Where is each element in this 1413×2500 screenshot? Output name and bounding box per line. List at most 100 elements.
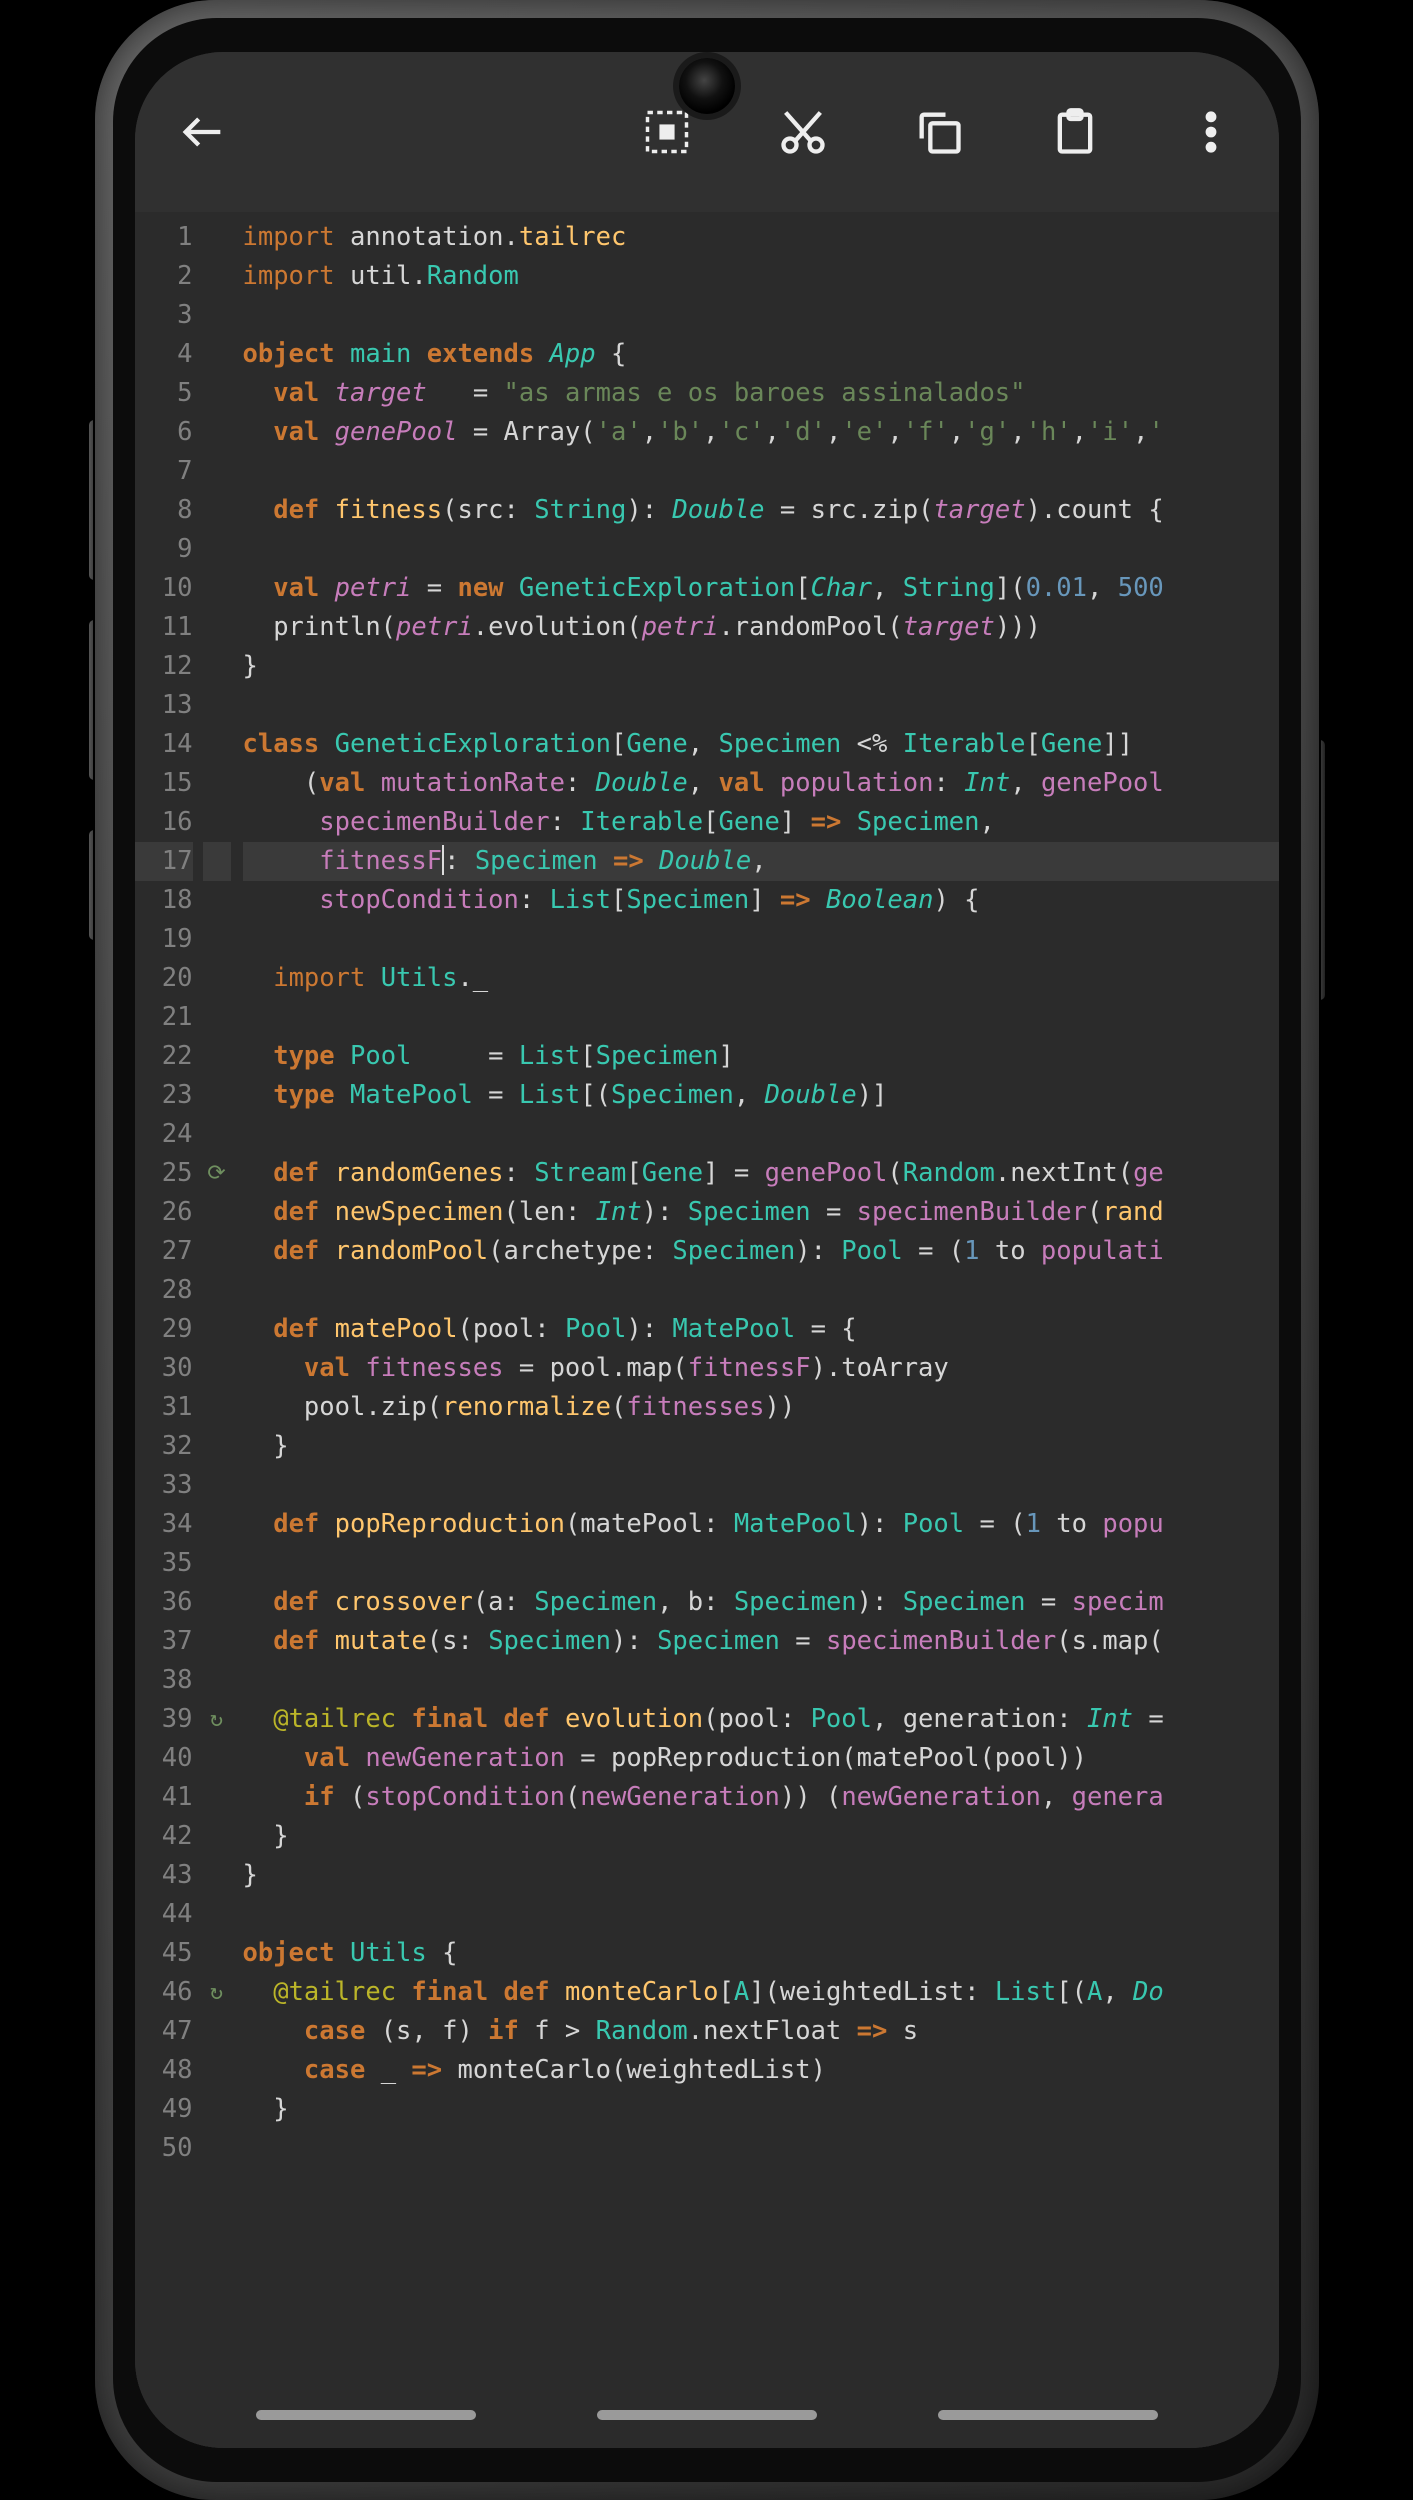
code-line[interactable]: val newGeneration = popReproduction(mate… [243, 1739, 1279, 1778]
code-token [243, 1353, 304, 1383]
gutter-mark [203, 2051, 231, 2090]
paste-icon[interactable] [1043, 100, 1107, 164]
code-token: = Array( [457, 417, 595, 447]
code-token: def [273, 1314, 334, 1344]
code-line[interactable]: def newSpecimen(len: Int): Specimen = sp… [243, 1193, 1279, 1232]
code-token: )) ( [780, 1782, 841, 1812]
copy-icon[interactable] [907, 100, 971, 164]
code-token: def [273, 1509, 334, 1539]
code-area[interactable]: import annotation.tailrecimport util.Ran… [231, 212, 1279, 2448]
code-token: String [903, 573, 995, 603]
code-line[interactable]: stopCondition: List[Specimen] => Boolean… [243, 881, 1279, 920]
code-line[interactable] [243, 1544, 1279, 1583]
home-button[interactable] [597, 2410, 817, 2420]
code-token: ._ [457, 963, 488, 993]
code-token: def [273, 1158, 334, 1188]
code-token: => [780, 885, 811, 915]
line-number: 39 [135, 1700, 193, 1739]
select-all-icon[interactable] [635, 100, 699, 164]
code-line[interactable]: (val mutationRate: Double, val populatio… [243, 764, 1279, 803]
code-editor[interactable]: 1234567891011121314151617181920212223242… [135, 212, 1279, 2448]
code-line[interactable]: } [243, 1817, 1279, 1856]
code-line[interactable]: object main extends App { [243, 335, 1279, 374]
code-token: popu [1102, 1509, 1163, 1539]
code-token: , [949, 417, 964, 447]
gutter-mark [203, 296, 231, 335]
code-token: genera [1072, 1782, 1164, 1812]
code-token: MatePool [734, 1509, 857, 1539]
back-button[interactable] [171, 100, 235, 164]
code-token: .nextFloat [688, 2016, 857, 2046]
code-token: (pool: [457, 1314, 564, 1344]
back-nav-button[interactable] [938, 2410, 1158, 2420]
code-line[interactable] [243, 1271, 1279, 1310]
code-token: [ [703, 807, 718, 837]
more-icon[interactable] [1179, 100, 1243, 164]
code-line[interactable]: type Pool = List[Specimen] [243, 1037, 1279, 1076]
code-token: .evolution( [473, 612, 642, 642]
code-line[interactable]: def crossover(a: Specimen, b: Specimen):… [243, 1583, 1279, 1622]
code-line[interactable]: @tailrec final def evolution(pool: Pool,… [243, 1700, 1279, 1739]
code-token: randomGenes [335, 1158, 504, 1188]
code-line[interactable] [243, 686, 1279, 725]
code-line[interactable]: } [243, 2090, 1279, 2129]
code-line[interactable]: specimenBuilder: Iterable[Gene] => Speci… [243, 803, 1279, 842]
code-line[interactable] [243, 1661, 1279, 1700]
code-line[interactable] [243, 1895, 1279, 1934]
code-line[interactable]: } [243, 647, 1279, 686]
cut-icon[interactable] [771, 100, 835, 164]
code-line[interactable]: @tailrec final def monteCarlo[A](weighte… [243, 1973, 1279, 2012]
code-line[interactable]: case (s, f) if f > Random.nextFloat => s [243, 2012, 1279, 2051]
code-line[interactable]: type MatePool = List[(Specimen, Double)] [243, 1076, 1279, 1115]
code-line[interactable]: pool.zip(renormalize(fitnesses)) [243, 1388, 1279, 1427]
code-token: , [688, 768, 719, 798]
code-token [243, 1314, 274, 1344]
code-line[interactable]: val petri = new GeneticExploration[Char,… [243, 569, 1279, 608]
code-token: ] [718, 1041, 733, 1071]
recents-button[interactable] [256, 2410, 476, 2420]
code-line[interactable]: def randomPool(archetype: Specimen): Poo… [243, 1232, 1279, 1271]
code-line[interactable]: def mutate(s: Specimen): Specimen = spec… [243, 1622, 1279, 1661]
code-line[interactable]: def popReproduction(matePool: MatePool):… [243, 1505, 1279, 1544]
code-token: val [304, 1743, 365, 1773]
code-line[interactable]: import Utils._ [243, 959, 1279, 998]
code-line[interactable] [243, 296, 1279, 335]
code-token: to [980, 1236, 1041, 1266]
line-number: 23 [135, 1076, 193, 1115]
code-token: } [243, 651, 258, 681]
code-token [243, 378, 274, 408]
code-line[interactable] [243, 530, 1279, 569]
line-number: 14 [135, 725, 193, 764]
code-token: import [273, 963, 380, 993]
code-token: Random [596, 2016, 688, 2046]
code-line[interactable] [243, 1466, 1279, 1505]
code-line[interactable]: val fitnesses = pool.map(fitnessF).toArr… [243, 1349, 1279, 1388]
code-token: ): [857, 1587, 903, 1617]
code-line[interactable]: def matePool(pool: Pool): MatePool = { [243, 1310, 1279, 1349]
code-line[interactable] [243, 920, 1279, 959]
code-line[interactable]: val target = "as armas e os baroes assin… [243, 374, 1279, 413]
code-token: _ [381, 2055, 412, 2085]
code-line[interactable] [243, 2129, 1279, 2168]
code-line[interactable] [243, 452, 1279, 491]
code-line[interactable]: case _ => monteCarlo(weightedList) [243, 2051, 1279, 2090]
code-line[interactable]: def fitness(src: String): Double = src.z… [243, 491, 1279, 530]
code-line[interactable]: fitnessF: Specimen => Double, [243, 842, 1279, 881]
code-line[interactable]: object Utils { [243, 1934, 1279, 1973]
code-line[interactable]: if (stopCondition(newGeneration)) (newGe… [243, 1778, 1279, 1817]
code-line[interactable]: } [243, 1856, 1279, 1895]
code-line[interactable]: def randomGenes: Stream[Gene] = genePool… [243, 1154, 1279, 1193]
code-line[interactable] [243, 998, 1279, 1037]
code-line[interactable]: class GeneticExploration[Gene, Specimen … [243, 725, 1279, 764]
code-token: Iterable [903, 729, 1026, 759]
code-line[interactable]: println(petri.evolution(petri.randomPool… [243, 608, 1279, 647]
code-line[interactable]: val genePool = Array('a','b','c','d','e'… [243, 413, 1279, 452]
code-token: final def [411, 1977, 565, 2007]
line-number: 32 [135, 1427, 193, 1466]
code-line[interactable]: import util.Random [243, 257, 1279, 296]
code-token: (s: [427, 1626, 488, 1656]
code-line[interactable]: import annotation.tailrec [243, 218, 1279, 257]
code-token: , generation: [872, 1704, 1087, 1734]
code-line[interactable] [243, 1115, 1279, 1154]
code-line[interactable]: } [243, 1427, 1279, 1466]
